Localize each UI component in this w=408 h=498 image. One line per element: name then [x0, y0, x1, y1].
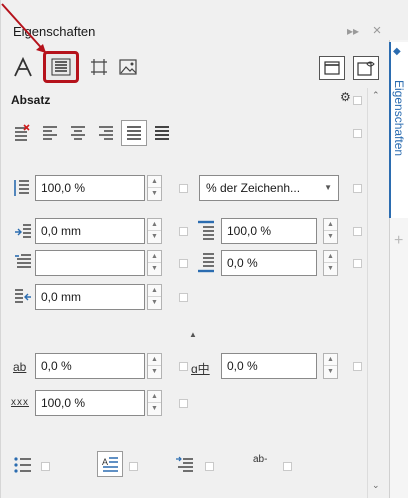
- indent-left-checkbox[interactable]: [179, 227, 188, 236]
- hyphenation-icon[interactable]: ab-: [253, 455, 267, 465]
- preview-eye-icon: [357, 61, 375, 76]
- image-tab-button[interactable]: [115, 53, 143, 81]
- add-docker-icon[interactable]: +: [394, 232, 403, 250]
- drop-cap-checkbox[interactable]: [129, 462, 138, 471]
- space-before-input[interactable]: 100,0 %: [221, 218, 317, 244]
- space-before-checkbox[interactable]: [353, 227, 362, 236]
- properties-tab-icon: ◆: [393, 46, 401, 57]
- docker-title: Eigenschaften: [13, 24, 96, 39]
- svg-text:A: A: [102, 457, 108, 467]
- word-spacing-icon: xxx: [11, 397, 29, 408]
- paragraph-tab-button[interactable]: [43, 51, 79, 83]
- space-after-icon: [195, 251, 217, 273]
- char-spacing-checkbox[interactable]: [179, 362, 188, 371]
- indent-right-input[interactable]: 0,0 mm: [35, 284, 145, 310]
- align-center-icon[interactable]: [67, 122, 89, 144]
- language-spacing-checkbox[interactable]: [353, 362, 362, 371]
- char-spacing-stepper[interactable]: ▲ ▼: [147, 353, 162, 379]
- line-spacing-unit-select[interactable]: % der Zeichenh... ▼: [199, 175, 339, 201]
- collapse-up-icon[interactable]: ▲: [189, 330, 197, 339]
- language-spacing-icon: ɑ中: [191, 362, 210, 376]
- bullet-list-icon[interactable]: [13, 455, 33, 475]
- line-spacing-input[interactable]: 100,0 %: [35, 175, 145, 201]
- line-spacing-unit-value: % der Zeichenh...: [206, 181, 301, 195]
- frame-style-button[interactable]: [319, 56, 345, 80]
- force-justify-icon[interactable]: [151, 122, 173, 144]
- first-line-indent-checkbox[interactable]: [179, 259, 188, 268]
- image-icon: [119, 59, 137, 75]
- settings-gear-icon[interactable]: ⚙: [340, 90, 351, 104]
- line-spacing-stepper[interactable]: ▲ ▼: [147, 175, 162, 201]
- language-spacing-stepper[interactable]: ▲ ▼: [323, 353, 338, 379]
- indent-left-stepper[interactable]: ▲ ▼: [147, 218, 162, 244]
- word-spacing-input[interactable]: 100,0 %: [35, 390, 145, 416]
- section-checkbox[interactable]: [353, 96, 362, 105]
- align-right-icon[interactable]: [95, 122, 117, 144]
- alignment-checkbox[interactable]: [353, 129, 362, 138]
- scroll-up-icon[interactable]: ⌃: [372, 90, 380, 101]
- line-spacing-icon: [13, 178, 31, 198]
- indent-right-stepper[interactable]: ▲ ▼: [147, 284, 162, 310]
- character-tab-button[interactable]: [9, 53, 37, 81]
- tabs-checkbox[interactable]: [205, 462, 214, 471]
- scroll-down-icon[interactable]: ⌄: [372, 480, 380, 491]
- language-spacing-input[interactable]: 0,0 %: [221, 353, 317, 379]
- drop-cap-icon[interactable]: A: [97, 451, 123, 477]
- space-before-icon: [195, 219, 217, 241]
- section-title-absatz: Absatz: [11, 93, 51, 107]
- chevron-down-icon: ▼: [324, 183, 332, 192]
- no-alignment-icon[interactable]: [11, 122, 33, 144]
- alignment-row: [11, 120, 362, 150]
- char-spacing-icon: ab: [13, 360, 27, 374]
- char-spacing-input[interactable]: 0,0 %: [35, 353, 145, 379]
- frame-tab-button[interactable]: [85, 53, 113, 81]
- properties-side-tab-label: Eigenschaften: [392, 80, 406, 157]
- tabs-icon[interactable]: [175, 455, 195, 475]
- frame-icon: [91, 59, 107, 75]
- bullet-list-checkbox[interactable]: [41, 462, 50, 471]
- first-line-indent-icon: [13, 252, 33, 272]
- properties-docker: Eigenschaften ▸▸ × ⌃ ⌄ Absatz ⚙ 100,0 % …: [0, 0, 408, 498]
- paragraph-lines-icon: [51, 58, 71, 76]
- vertical-scrollbar[interactable]: ⌃ ⌄: [367, 88, 387, 498]
- space-after-input[interactable]: 0,0 %: [221, 250, 317, 276]
- indent-left-icon: [13, 222, 33, 242]
- first-line-indent-input[interactable]: [35, 250, 145, 276]
- align-left-icon[interactable]: [39, 122, 61, 144]
- indent-right-checkbox[interactable]: [179, 293, 188, 302]
- indent-left-input[interactable]: 0,0 mm: [35, 218, 145, 244]
- close-button[interactable]: ×: [369, 22, 385, 40]
- space-after-checkbox[interactable]: [353, 259, 362, 268]
- pin-button[interactable]: ▸▸: [345, 22, 361, 40]
- preview-frame-button[interactable]: [353, 56, 379, 80]
- text-A-icon: [14, 56, 32, 77]
- line-spacing-checkbox[interactable]: [179, 184, 188, 193]
- word-spacing-checkbox[interactable]: [179, 399, 188, 408]
- word-spacing-stepper[interactable]: ▲ ▼: [147, 390, 162, 416]
- indent-right-icon: [13, 287, 33, 307]
- hyphenation-checkbox[interactable]: [283, 462, 292, 471]
- first-line-indent-stepper[interactable]: ▲ ▼: [147, 250, 162, 276]
- docker-titlebar: Eigenschaften ▸▸ ×: [9, 22, 389, 42]
- window-icon: [324, 61, 340, 75]
- space-after-stepper[interactable]: ▲ ▼: [323, 250, 338, 276]
- space-before-stepper[interactable]: ▲ ▼: [323, 218, 338, 244]
- properties-tab-toolbar: [9, 50, 389, 86]
- unit-checkbox[interactable]: [353, 184, 362, 193]
- justify-icon[interactable]: [121, 120, 147, 146]
